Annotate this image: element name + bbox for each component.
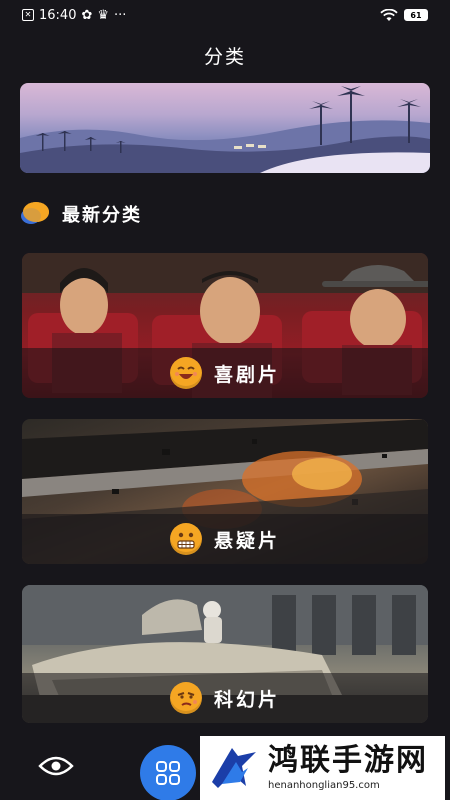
- bull-logo-icon: [208, 742, 260, 794]
- category-label: 喜剧片: [213, 363, 280, 386]
- card-label-bar: 喜剧片: [22, 348, 428, 398]
- grid-icon[interactable]: [140, 745, 196, 800]
- card-label-bar: 悬疑片: [22, 514, 428, 564]
- category-label: 科幻片: [213, 688, 280, 711]
- category-card-comedy[interactable]: 喜剧片: [22, 253, 428, 398]
- grimacing-face-icon: [169, 523, 202, 555]
- notification-close-icon: ✕: [22, 9, 34, 21]
- watermark-title: 鸿联手游网: [268, 742, 428, 778]
- category-card-scifi[interactable]: 科幻片: [22, 585, 428, 723]
- battery-icon: 61: [404, 9, 428, 21]
- status-left: ✕ 16:40 ✿ ♛ ···: [22, 8, 126, 23]
- more-dots-icon: ···: [114, 7, 127, 23]
- flower-icon: ✿: [81, 7, 93, 23]
- squinting-face-icon: [169, 682, 202, 714]
- watermark-url: henanhonglian95.com: [268, 779, 380, 791]
- page-title: 分类: [203, 46, 246, 68]
- desert-landscape-banner[interactable]: [20, 83, 430, 173]
- category-card-suspense[interactable]: 悬疑片: [22, 419, 428, 564]
- category-label: 悬疑片: [213, 529, 280, 552]
- watermark-text: 鸿联手游网 henanhonglian95.com: [268, 742, 428, 791]
- section-header: 最新分类: [20, 201, 142, 227]
- status-right: 61: [380, 8, 428, 22]
- card-label-bar: 科幻片: [22, 673, 428, 723]
- laughing-face-icon: [169, 357, 202, 389]
- chat-bubble-icon: [20, 201, 50, 227]
- crown-icon: ♛: [97, 7, 110, 23]
- wifi-icon: [380, 8, 398, 21]
- watermark: 鸿联手游网 henanhonglian95.com: [200, 736, 445, 800]
- section-title: 最新分类: [62, 205, 142, 226]
- banner-illustration: [20, 86, 430, 173]
- status-bar: ✕ 16:40 ✿ ♛ ··· 61: [0, 0, 450, 30]
- eye-icon[interactable]: [38, 754, 74, 782]
- status-time: 16:40: [39, 7, 77, 23]
